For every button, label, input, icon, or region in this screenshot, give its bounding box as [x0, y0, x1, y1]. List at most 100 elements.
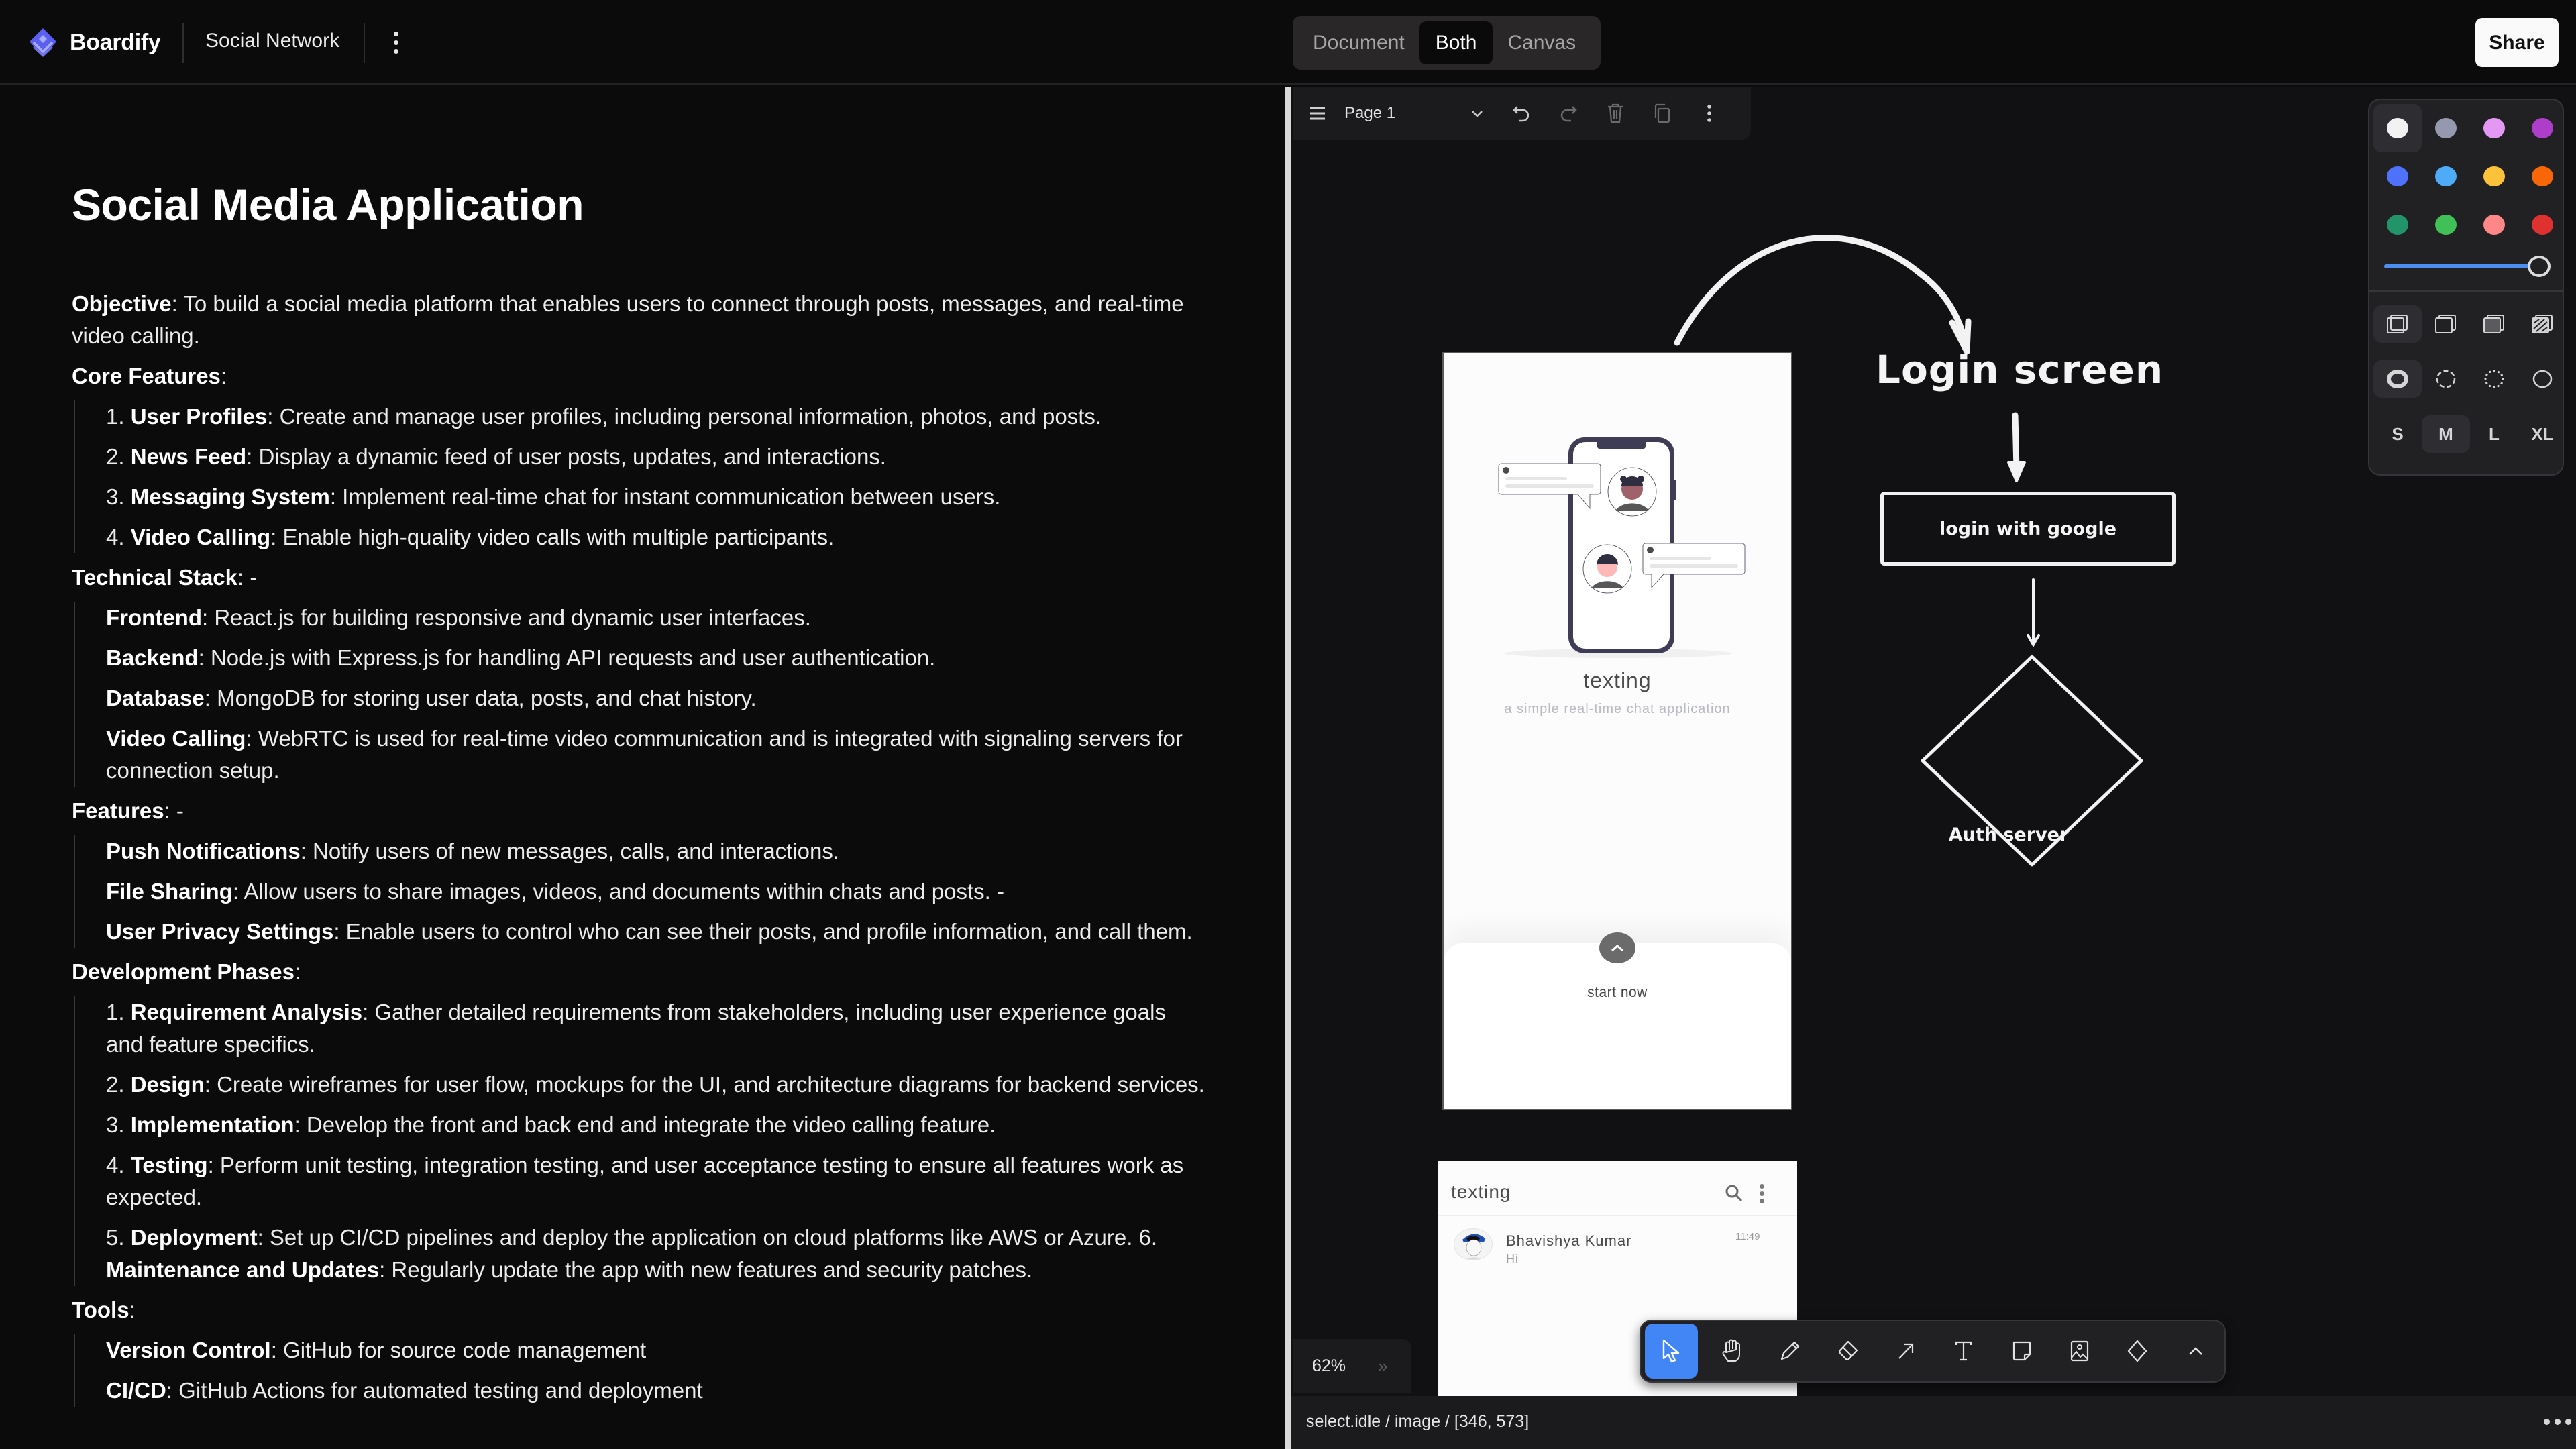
duplicate-icon[interactable]: [1650, 101, 1674, 125]
dash-dashed-button[interactable]: [2422, 360, 2470, 398]
item-label: User Profiles: [130, 404, 268, 429]
item-text: : GitHub Actions for automated testing a…: [166, 1378, 703, 1403]
trash-icon[interactable]: [1603, 101, 1627, 125]
search-icon[interactable]: [1725, 1184, 1743, 1203]
list-item: Version Control: GitHub for source code …: [106, 1334, 1205, 1366]
fill-solid-button[interactable]: [2470, 305, 2518, 343]
item-label: Implementation: [130, 1112, 294, 1137]
tool-eraser[interactable]: [1819, 1324, 1876, 1379]
item-number: 2.: [106, 444, 131, 469]
brand-name: Boardify: [70, 29, 161, 55]
list-item: User Privacy Settings: Enable users to c…: [106, 916, 1205, 948]
document-pane[interactable]: Social Media Application Objective: To b…: [0, 87, 1285, 1449]
share-button[interactable]: Share: [2475, 18, 2559, 67]
color-swatch-yellow[interactable]: [2470, 152, 2518, 201]
item-label: News Feed: [130, 444, 247, 469]
item-text: : Enable users to control who can see th…: [333, 919, 1193, 944]
size-button-l[interactable]: L: [2470, 415, 2518, 453]
tool-geo[interactable]: [2108, 1324, 2166, 1379]
item-label: Video Calling: [106, 726, 246, 751]
redo-icon[interactable]: [1556, 101, 1580, 125]
size-button-xl[interactable]: XL: [2518, 415, 2567, 453]
tool-more[interactable]: [2167, 1324, 2224, 1379]
tool-arrow[interactable]: [1877, 1324, 1935, 1379]
color-swatch-blue[interactable]: [2373, 152, 2422, 201]
tool-draw[interactable]: [1761, 1324, 1819, 1379]
more-horizontal-icon[interactable]: [2544, 1419, 2571, 1425]
item-text: : WebRTC is used for real-time video com…: [106, 726, 1183, 783]
tool-asset[interactable]: [2051, 1324, 2108, 1379]
style-panel: S M L XL: [2368, 99, 2564, 476]
color-swatch-light-blue[interactable]: [2422, 152, 2470, 201]
tool-note[interactable]: [1992, 1324, 2050, 1379]
color-swatch-green[interactable]: [2373, 201, 2422, 249]
document-body[interactable]: Objective: To build a social media platf…: [72, 288, 1205, 1415]
opacity-thumb[interactable]: [2528, 256, 2551, 277]
opacity-track: [2384, 264, 2541, 268]
color-swatch-light-violet[interactable]: [2470, 104, 2518, 152]
auth-server-label[interactable]: Auth server: [1921, 824, 2096, 845]
section-heading-label: Features: [72, 798, 164, 823]
zoom-level[interactable]: 62%: [1312, 1356, 1346, 1376]
login-with-google-node[interactable]: login with google: [1880, 492, 2176, 566]
item-text: : Regularly update the app with new feat…: [379, 1257, 1033, 1282]
color-swatch-violet[interactable]: [2518, 104, 2567, 152]
color-swatches: [2373, 104, 2567, 249]
view-canvas-tab[interactable]: Canvas: [1493, 21, 1591, 64]
fill-semi-button[interactable]: [2422, 305, 2470, 343]
splash-screen-image[interactable]: texting a simple real-time chat applicat…: [1442, 352, 1792, 1110]
login-with-google-label: login with google: [1939, 518, 2117, 539]
tool-select[interactable]: [1645, 1324, 1698, 1379]
image-icon: [2070, 1340, 2089, 1362]
dash-dotted-button[interactable]: [2470, 360, 2518, 398]
login-screen-label[interactable]: Login screen: [1876, 347, 2163, 392]
color-swatch-light-red[interactable]: [2470, 201, 2518, 249]
document-name[interactable]: Social Network: [205, 30, 339, 52]
item-number: 1.: [106, 404, 131, 429]
tool-text[interactable]: [1935, 1324, 1992, 1379]
pane-resize-handle[interactable]: [1285, 87, 1291, 1449]
undo-icon[interactable]: [1509, 101, 1534, 125]
dash-solid-button[interactable]: [2518, 360, 2567, 398]
item-text: : Allow users to share images, videos, a…: [232, 879, 1004, 904]
start-now-label[interactable]: start now: [1444, 985, 1791, 1001]
brand[interactable]: Boardify: [27, 27, 161, 58]
more-vertical-icon[interactable]: [1760, 1184, 1764, 1203]
size-button-m[interactable]: M: [2422, 415, 2470, 453]
tool-hand[interactable]: [1703, 1324, 1761, 1379]
section-heading-suffix: :: [220, 364, 227, 388]
view-both-tab[interactable]: Both: [1419, 21, 1493, 64]
color-swatch-orange[interactable]: [2518, 152, 2567, 201]
color-swatch-grey[interactable]: [2422, 104, 2470, 152]
expand-minimap-icon[interactable]: »: [1378, 1356, 1387, 1377]
list-item: Video Calling: WebRTC is used for real-t…: [106, 722, 1205, 787]
color-dot-icon: [2532, 166, 2553, 186]
menu-icon[interactable]: [1305, 101, 1330, 125]
size-button-s[interactable]: S: [2373, 415, 2422, 453]
view-document-tab[interactable]: Document: [1298, 21, 1419, 64]
opacity-slider[interactable]: [2384, 253, 2551, 280]
more-vertical-icon[interactable]: [1697, 101, 1721, 125]
item-number: 2.: [106, 1072, 131, 1097]
dash-dashed-icon: [2436, 370, 2456, 388]
color-swatch-red[interactable]: [2518, 201, 2567, 249]
contact-name: Bhavishya Kumar: [1506, 1232, 1632, 1249]
fill-pattern-button[interactable]: [2518, 305, 2567, 343]
document-menu-button[interactable]: [384, 27, 408, 58]
chat-list-item[interactable]: Bhavishya Kumar Hi 11:49: [1438, 1218, 1797, 1278]
item-text: : Implement real-time chat for instant c…: [329, 484, 1001, 509]
status-text: select.idle / image / [346, 573]: [1306, 1412, 1529, 1431]
document-title[interactable]: Social Media Application: [72, 179, 584, 230]
objective-text: : To build a social media platform that …: [72, 291, 1184, 348]
dash-draw-button[interactable]: [2373, 360, 2422, 398]
chevron-down-icon[interactable]: [1465, 101, 1489, 125]
fill-none-button[interactable]: [2373, 305, 2422, 343]
divider: [1438, 1215, 1797, 1216]
chevron-up-icon[interactable]: [1599, 932, 1635, 963]
color-swatch-white[interactable]: [2373, 104, 2422, 152]
page-selector[interactable]: Page 1: [1344, 104, 1465, 123]
color-swatch-light-green[interactable]: [2422, 201, 2470, 249]
tool-bar: [1640, 1320, 2226, 1383]
canvas[interactable]: Login screen login with google Auth serv…: [1291, 87, 2576, 1396]
chevron-up-icon: [2188, 1347, 2202, 1355]
